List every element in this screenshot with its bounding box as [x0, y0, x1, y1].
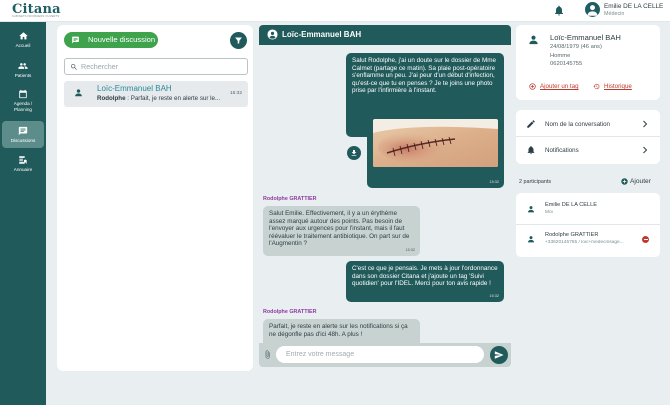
- message-time: 15:32: [489, 180, 499, 185]
- chat-header: Loïc-Emmanuel BAH: [259, 25, 511, 45]
- participants-card: Emilie DE LA CELLE Moi Rodolphe GRATTIER…: [516, 193, 660, 257]
- wound-photo[interactable]: [373, 119, 498, 167]
- sidebar-item-label: Agenda / Planning: [13, 101, 33, 112]
- sidebar-item-patients[interactable]: Patients: [2, 61, 44, 85]
- message-time: 15:32: [489, 294, 499, 299]
- sidebar-item-label: Accueil: [15, 43, 31, 48]
- message-image-bubble[interactable]: 15:32: [367, 114, 504, 188]
- remove-participant-icon[interactable]: [642, 236, 649, 243]
- sidebar-item-annuaire[interactable]: Annuaire: [2, 155, 44, 177]
- person-icon: [528, 206, 534, 213]
- bell-icon: [527, 146, 535, 155]
- message-bubble-incoming: Salut Emilie. Effectivement, il y a un é…: [263, 206, 420, 256]
- sidebar-item-label: Annuaire: [13, 167, 33, 172]
- user-role: Médecin: [604, 11, 625, 17]
- add-tag-link[interactable]: Ajouter un tag: [540, 83, 579, 90]
- send-button[interactable]: [490, 346, 508, 364]
- notifications-label: Notifications: [545, 147, 579, 154]
- message-text: C'est ce que je pensais. Je mets à jour …: [352, 265, 498, 288]
- sidebar-item-discussions[interactable]: Discussions: [2, 121, 44, 148]
- filter-button[interactable]: [230, 32, 247, 49]
- sidebar-item-agenda[interactable]: Agenda / Planning: [2, 89, 44, 117]
- user-avatar-icon: [587, 5, 598, 16]
- participant-sub: Moi: [545, 210, 553, 215]
- wound-photo-image: [373, 119, 498, 167]
- person-icon: [528, 236, 534, 243]
- participants-count: 2 participants: [519, 179, 552, 185]
- conversation-sender: Rodolphe: [97, 95, 126, 102]
- person-icon: [529, 35, 538, 45]
- message-input-bar: [259, 343, 511, 367]
- message-bubble-incoming: Parfait, je reste en alerte sur les noti…: [263, 319, 420, 343]
- patient-name[interactable]: Loïc-Emmanuel BAH: [550, 33, 621, 42]
- rename-conversation-label: Nom de la conversation: [545, 121, 611, 128]
- sidebar: Accueil Patients Agenda / Planning Discu…: [0, 22, 46, 405]
- conversation-settings-card: Nom de la conversation Notifications: [516, 110, 660, 164]
- chat-icon: [18, 126, 28, 136]
- conversation-preview: Rodolphe : Parfait, je reste en alerte s…: [97, 95, 221, 102]
- patient-phone: 0620145755: [550, 61, 583, 67]
- chat-add-icon: [72, 36, 79, 44]
- message-sender: Rodolphe GRATTIER: [263, 309, 317, 315]
- message-text: Salut Emilie. Effectivement, il y a un é…: [269, 210, 410, 248]
- paperclip-icon[interactable]: [263, 349, 272, 360]
- user-name[interactable]: Emilie DE LA CELLE: [604, 3, 663, 10]
- message-text: Salut Rodolphe, j'ai un doute sur le dos…: [352, 57, 497, 95]
- search-input[interactable]: [81, 60, 245, 73]
- participant-row[interactable]: Rodolphe GRATTIER +33620145755 / loic+me…: [516, 225, 660, 254]
- conversation-time: 15:32: [230, 91, 243, 96]
- app-tagline: CABINETS INFIRMIERS OUVERTS: [12, 15, 60, 18]
- participant-row[interactable]: Emilie DE LA CELLE Moi: [516, 195, 660, 224]
- message-sender: Rodolphe GRATTIER: [263, 196, 317, 202]
- download-button[interactable]: [347, 146, 361, 160]
- patient-birth: 24/08/1979 (46 ans): [550, 44, 602, 50]
- history-icon: [593, 83, 600, 90]
- conversation-name: Loïc-Emmanuel BAH: [97, 84, 172, 93]
- search-icon: [71, 63, 77, 70]
- bell-icon[interactable]: [553, 4, 565, 17]
- message-text: Parfait, je reste en alerte sur les noti…: [269, 323, 408, 338]
- top-bar: Citana CABINETS INFIRMIERS OUVERTS Emili…: [0, 0, 670, 22]
- people-icon: [18, 63, 28, 69]
- search-box[interactable]: [64, 58, 248, 75]
- add-participant-button[interactable]: Ajouter: [630, 178, 651, 185]
- new-discussion-label: Nouvelle discussion: [88, 35, 156, 44]
- participant-sub: +33620145755 / loic+medecinsage...: [545, 240, 624, 245]
- calendar-icon: [19, 89, 27, 99]
- message-input[interactable]: [276, 346, 484, 363]
- filter-icon: [235, 37, 242, 44]
- chevron-right-icon: [643, 146, 648, 154]
- add-circle-icon: [621, 178, 628, 185]
- patient-card: Loïc-Emmanuel BAH 24/08/1979 (46 ans) Ho…: [516, 25, 660, 100]
- directory-icon: [19, 156, 28, 164]
- user-avatar[interactable]: [585, 2, 600, 17]
- notifications-row[interactable]: Notifications: [516, 137, 660, 163]
- chevron-right-icon: [643, 120, 648, 128]
- conversation-item[interactable]: Loïc-Emmanuel BAH Rodolphe : Parfait, je…: [64, 81, 248, 107]
- conversation-preview-text: Parfait, je reste en alerte sur le...: [130, 95, 221, 102]
- patient-sex: Homme: [550, 53, 571, 59]
- add-circle-icon: [529, 83, 536, 90]
- send-icon: [494, 351, 504, 359]
- download-icon: [351, 150, 357, 156]
- chat-panel: Loïc-Emmanuel BAH Salut Rodolphe, j'ai u…: [259, 25, 511, 367]
- message-time: 15:32: [405, 248, 415, 253]
- chat-title[interactable]: Loïc-Emmanuel BAH: [282, 30, 361, 39]
- pencil-icon: [527, 120, 535, 128]
- person-circle-icon: [267, 29, 278, 40]
- participant-name: Emilie DE LA CELLE: [545, 202, 597, 208]
- new-discussion-button[interactable]: Nouvelle discussion: [64, 32, 158, 48]
- person-icon: [75, 89, 82, 97]
- home-icon: [18, 32, 28, 40]
- sidebar-item-label: Discussions: [10, 138, 36, 143]
- participant-name: Rodolphe GRATTIER: [545, 232, 599, 238]
- conversation-list-panel: Nouvelle discussion Loïc-Emmanuel BAH Ro…: [57, 25, 253, 371]
- sidebar-item-accueil[interactable]: Accueil: [2, 31, 44, 55]
- message-bubble-outgoing: C'est ce que je pensais. Je mets à jour …: [346, 261, 504, 302]
- history-link[interactable]: Historique: [604, 83, 632, 90]
- rename-conversation-row[interactable]: Nom de la conversation: [516, 111, 660, 137]
- sidebar-item-label: Patients: [14, 73, 32, 78]
